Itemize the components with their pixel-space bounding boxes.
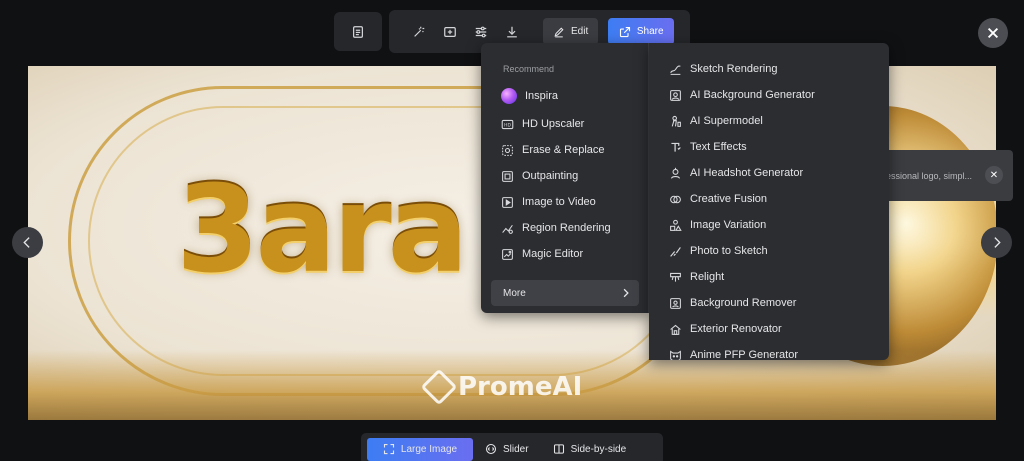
menu-item-label: AI Headshot Generator bbox=[690, 167, 804, 179]
menu-item-ai-headshot-generator[interactable]: AI Headshot Generator bbox=[663, 161, 883, 185]
menu-item-label: Magic Editor bbox=[522, 248, 584, 260]
menu-item-label: Sketch Rendering bbox=[690, 63, 778, 75]
menu-item-outpainting[interactable]: Outpainting bbox=[494, 164, 644, 188]
menu-item-label: Text Effects bbox=[690, 141, 747, 153]
menu-heading: Recommend bbox=[503, 64, 555, 74]
add-image-icon[interactable] bbox=[434, 16, 465, 47]
chevron-right-icon bbox=[623, 288, 629, 298]
view-large-image-button[interactable]: Large Image bbox=[367, 437, 473, 461]
menu-item-photo-to-sketch[interactable]: Photo to Sketch bbox=[663, 239, 883, 263]
watermark: PromeAI bbox=[420, 368, 583, 406]
pencil-icon bbox=[554, 27, 564, 37]
menu-item-more[interactable]: More bbox=[491, 280, 639, 306]
edit-menu-more: Sketch Rendering AI Background Generator… bbox=[649, 43, 889, 360]
menu-item-label: Inspira bbox=[525, 90, 559, 102]
edit-label: Edit bbox=[571, 26, 589, 37]
menu-item-label: Relight bbox=[690, 271, 725, 283]
menu-item-ai-background-generator[interactable]: AI Background Generator bbox=[663, 83, 883, 107]
menu-item-label: Image Variation bbox=[690, 219, 767, 231]
menu-item-region-rendering[interactable]: Region Rendering bbox=[494, 216, 644, 240]
exterior-icon bbox=[670, 324, 681, 335]
anime-icon bbox=[670, 349, 681, 360]
headshot-icon bbox=[670, 167, 681, 179]
close-icon bbox=[987, 27, 999, 39]
menu-item-sketch-rendering[interactable]: Sketch Rendering bbox=[663, 57, 883, 81]
magic-wand-icon[interactable] bbox=[403, 16, 434, 47]
sketch-icon bbox=[670, 65, 681, 75]
prompt-close-button[interactable]: ✕ bbox=[985, 166, 1003, 184]
text-effects-icon bbox=[671, 142, 681, 152]
inspira-icon bbox=[501, 88, 517, 104]
menu-item-magic-editor[interactable]: Magic Editor bbox=[494, 242, 644, 266]
watermark-text: PromeAI bbox=[458, 372, 583, 402]
menu-item-label: AI Background Generator bbox=[690, 89, 815, 101]
menu-item-relight[interactable]: Relight bbox=[663, 265, 883, 289]
menu-item-image-to-video[interactable]: Image to Video bbox=[494, 190, 644, 214]
previous-image-button[interactable] bbox=[12, 227, 43, 258]
menu-item-anime-pfp-generator[interactable]: Anime PFP Generator bbox=[663, 343, 883, 360]
menu-item-hd-upscaler[interactable]: HD HD Upscaler bbox=[494, 112, 644, 136]
view-side-by-side-button[interactable]: Side-by-side bbox=[541, 438, 639, 461]
menu-item-label: Anime PFP Generator bbox=[690, 349, 799, 360]
watermark-logo-icon bbox=[420, 368, 458, 406]
menu-item-background-remover[interactable]: Background Remover bbox=[663, 291, 883, 315]
menu-item-label: AI Supermodel bbox=[690, 115, 763, 127]
chevron-right-icon bbox=[994, 237, 1001, 248]
edit-button[interactable]: Edit bbox=[543, 18, 599, 45]
menu-item-exterior-renovator[interactable]: Exterior Renovator bbox=[663, 317, 883, 341]
photo-sketch-icon bbox=[670, 246, 681, 257]
side-by-side-icon bbox=[553, 444, 564, 454]
bg-remover-icon bbox=[670, 297, 681, 309]
menu-item-label: HD Upscaler bbox=[522, 118, 585, 130]
menu-item-label: Image to Video bbox=[522, 196, 596, 208]
prompt-text: essional logo, simpl... bbox=[886, 170, 973, 181]
relight-icon bbox=[670, 272, 681, 282]
toolbar-left bbox=[334, 12, 382, 51]
edit-menu-recommend: Recommend Inspira HD HD Upscaler Erase &… bbox=[481, 43, 649, 313]
view-mode-bar: Large Image Slider Side-by-side bbox=[361, 433, 663, 461]
chevron-left-icon bbox=[23, 237, 30, 248]
next-image-button[interactable] bbox=[981, 227, 1012, 258]
expand-icon bbox=[383, 443, 394, 455]
menu-item-inspira[interactable]: Inspira bbox=[494, 84, 644, 108]
share-button[interactable]: Share bbox=[608, 18, 675, 45]
menu-item-ai-supermodel[interactable]: AI Supermodel bbox=[663, 109, 883, 133]
menu-item-creative-fusion[interactable]: Creative Fusion bbox=[663, 187, 883, 211]
document-icon[interactable] bbox=[343, 16, 374, 47]
background-icon bbox=[670, 89, 681, 101]
menu-item-erase-replace[interactable]: Erase & Replace bbox=[494, 138, 644, 162]
magic-editor-icon bbox=[502, 248, 513, 260]
variation-icon bbox=[670, 219, 682, 231]
menu-item-image-variation[interactable]: Image Variation bbox=[663, 213, 883, 237]
supermodel-icon bbox=[671, 115, 681, 127]
menu-item-label: Region Rendering bbox=[522, 222, 611, 234]
menu-item-label: Photo to Sketch bbox=[690, 245, 768, 257]
menu-item-label: Background Remover bbox=[690, 297, 797, 309]
share-label: Share bbox=[636, 26, 664, 37]
close-button[interactable] bbox=[978, 18, 1008, 48]
fusion-icon bbox=[670, 195, 681, 203]
image-text: 3ara bbox=[176, 161, 469, 300]
video-icon bbox=[502, 196, 513, 208]
menu-item-label: Exterior Renovator bbox=[690, 323, 782, 335]
slider-icon bbox=[485, 443, 497, 455]
menu-item-text-effects[interactable]: Text Effects bbox=[663, 135, 883, 159]
menu-item-label: Erase & Replace bbox=[522, 144, 605, 156]
view-label: Side-by-side bbox=[570, 443, 627, 455]
svg-text:HD: HD bbox=[504, 122, 511, 128]
view-slider-button[interactable]: Slider bbox=[473, 438, 541, 461]
menu-item-label: Creative Fusion bbox=[690, 193, 768, 205]
erase-icon bbox=[502, 144, 513, 156]
more-label: More bbox=[503, 287, 526, 299]
hd-icon: HD bbox=[501, 119, 514, 129]
share-icon bbox=[619, 26, 630, 37]
region-icon bbox=[502, 224, 513, 234]
view-label: Slider bbox=[503, 443, 529, 455]
outpainting-icon bbox=[502, 170, 513, 182]
menu-item-label: Outpainting bbox=[522, 170, 579, 182]
view-label: Large Image bbox=[400, 443, 458, 455]
